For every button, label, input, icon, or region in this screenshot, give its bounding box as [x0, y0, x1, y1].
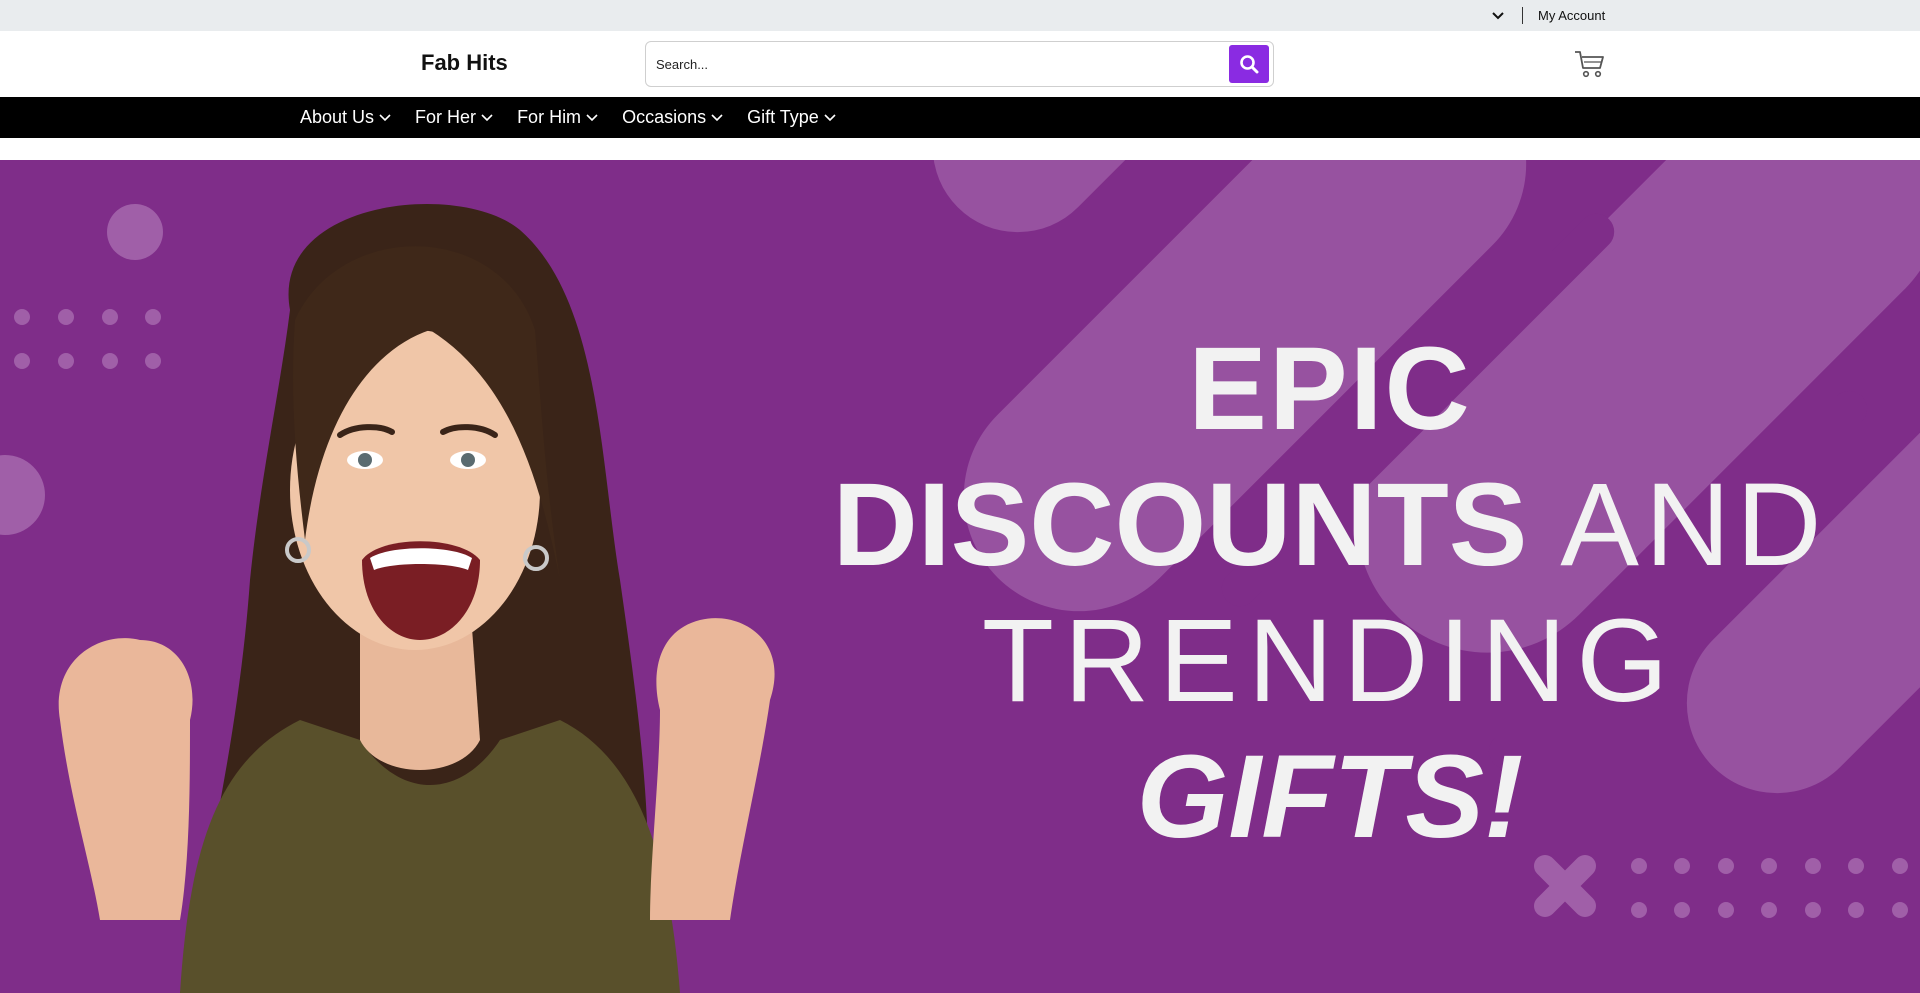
chevron-down-icon: [711, 113, 723, 122]
hero-headline: EPIC DISCOUNTS AND TRENDING GIFTS!: [780, 330, 1880, 856]
search-input[interactable]: [656, 50, 1196, 78]
my-account-link[interactable]: My Account: [1538, 8, 1605, 23]
nav-item-label: Gift Type: [747, 107, 819, 127]
search-icon: [1240, 55, 1259, 74]
hero-line-epic: EPIC: [1188, 323, 1472, 455]
language-dropdown-chevron-icon[interactable]: [1490, 8, 1506, 24]
hero-word-discounts: DISCOUNTS: [832, 459, 1528, 591]
nav-item-about-us[interactable]: About Us: [300, 107, 391, 128]
search-bar: [645, 41, 1274, 87]
nav-item-label: For Him: [517, 107, 582, 127]
cart-button[interactable]: [1574, 49, 1606, 79]
nav-item-label: Occasions: [622, 107, 707, 127]
nav-item-for-her[interactable]: For Her: [415, 107, 493, 128]
hero-word-and: AND: [1560, 459, 1828, 591]
chevron-down-icon: [586, 113, 598, 122]
hero-line-trending: TRENDING: [981, 595, 1679, 727]
nav-item-label: About Us: [300, 107, 375, 127]
search-button[interactable]: [1229, 45, 1269, 83]
nav-item-for-him[interactable]: For Him: [517, 107, 598, 128]
shopping-cart-icon: [1575, 51, 1604, 78]
site-header: Fab Hits: [0, 31, 1920, 97]
chevron-down-icon: [379, 113, 391, 122]
nav-item-label: For Her: [415, 107, 477, 127]
chevron-down-icon: [481, 113, 493, 122]
divider: [1522, 7, 1523, 24]
nav-item-occasions[interactable]: Occasions: [622, 107, 723, 128]
hero-line-gifts: GIFTS!: [1136, 731, 1524, 863]
utility-bar: My Account: [0, 0, 1920, 31]
hero-line-discounts: DISCOUNTS AND: [780, 466, 1880, 584]
site-logo[interactable]: Fab Hits: [421, 50, 508, 76]
nav-item-gift-type[interactable]: Gift Type: [747, 107, 836, 128]
main-navigation: About Us For Her For Him Occasions Gift …: [0, 97, 1920, 138]
chevron-down-icon: [824, 113, 836, 122]
hero-banner[interactable]: EPIC DISCOUNTS AND TRENDING GIFTS!: [0, 160, 1920, 993]
